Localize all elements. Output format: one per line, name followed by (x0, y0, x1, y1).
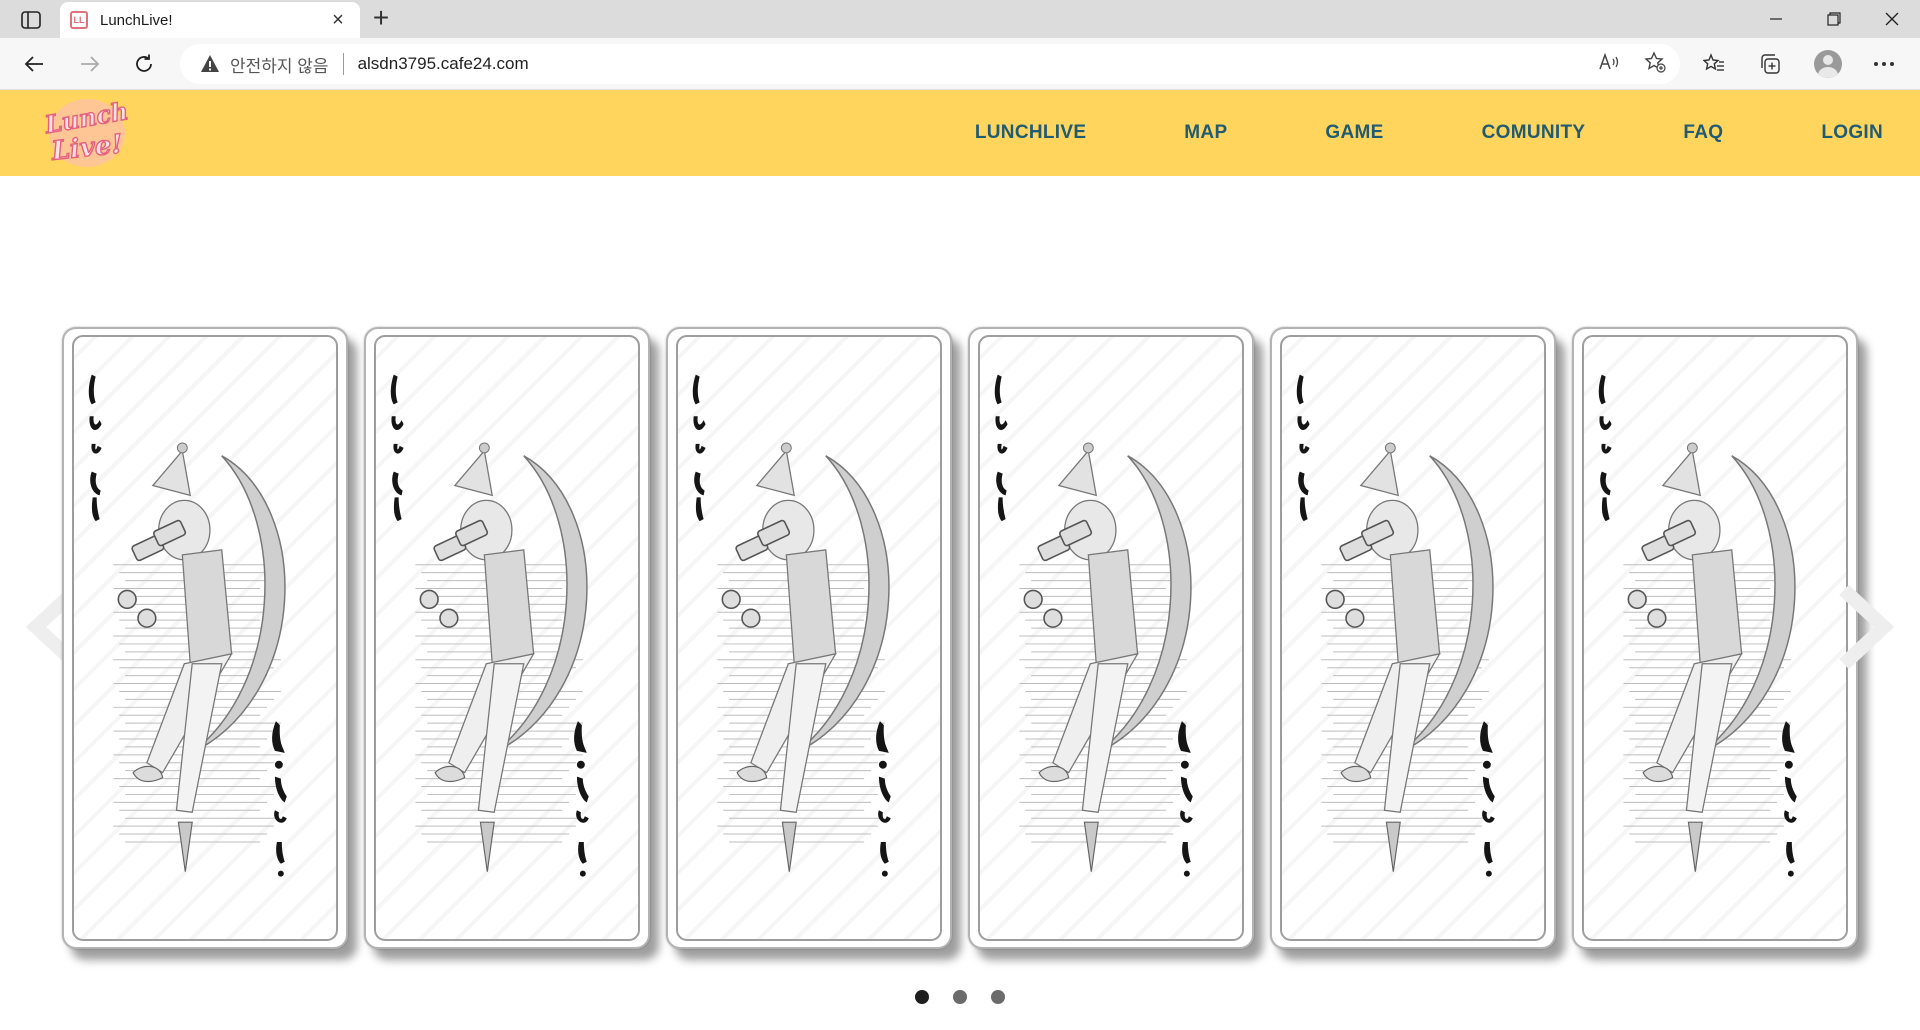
more-icon[interactable] (1866, 46, 1902, 82)
nav-faq[interactable]: FAQ (1683, 122, 1723, 144)
svg-text:Live!: Live! (49, 129, 124, 166)
collections-icon[interactable] (1752, 46, 1788, 82)
joker-illustration (390, 374, 589, 877)
joker-card[interactable] (666, 327, 952, 949)
carousel-dot-2[interactable] (953, 990, 967, 1004)
profile-icon[interactable] (1810, 46, 1846, 82)
card-carousel (0, 320, 1920, 1004)
joker-card[interactable] (1270, 327, 1556, 949)
site-header: Lunch Live! LUNCHLIVE MAP GAME COMUNITY … (0, 90, 1920, 176)
joker-illustration (692, 374, 891, 877)
favicon-icon: LL (70, 11, 88, 29)
joker-illustration (1296, 374, 1495, 877)
card-face (72, 335, 338, 941)
joker-card[interactable] (1572, 327, 1858, 949)
joker-card[interactable] (364, 327, 650, 949)
card-face (978, 335, 1244, 941)
browser-tab[interactable]: LL LunchLive! × (60, 2, 360, 38)
url-text[interactable]: alsdn3795.cafe24.com (358, 54, 529, 74)
sidebar-icon[interactable] (14, 8, 48, 32)
refresh-icon[interactable] (126, 46, 162, 82)
tab-title: LunchLive! (100, 11, 173, 29)
joker-card[interactable] (968, 327, 1254, 949)
nav-game[interactable]: GAME (1325, 122, 1383, 144)
restore-icon[interactable] (1806, 0, 1862, 38)
joker-card[interactable] (62, 327, 348, 949)
close-icon[interactable] (1864, 0, 1920, 38)
back-icon[interactable] (16, 46, 52, 82)
joker-illustration (88, 374, 287, 877)
nav-lunchlive[interactable]: LUNCHLIVE (975, 122, 1086, 144)
browser-toolbar: 안전하지 않음 alsdn3795.cafe24.com (0, 38, 1920, 90)
tab-close-icon[interactable]: × (326, 9, 350, 32)
card-face (374, 335, 640, 941)
nav-comunity[interactable]: COMUNITY (1482, 122, 1586, 144)
carousel-next-arrow[interactable] (1834, 582, 1895, 672)
address-bar[interactable]: 안전하지 않음 alsdn3795.cafe24.com (180, 44, 1680, 84)
card-face (1582, 335, 1848, 941)
main-nav: LUNCHLIVE MAP GAME COMUNITY FAQ LOGIN (975, 90, 1920, 176)
add-favorite-icon[interactable] (1644, 50, 1666, 78)
new-tab-button[interactable]: + (368, 4, 394, 32)
nav-login[interactable]: LOGIN (1821, 122, 1883, 144)
favorites-icon[interactable] (1696, 46, 1732, 82)
joker-illustration (994, 374, 1193, 877)
nav-map[interactable]: MAP (1184, 122, 1227, 144)
carousel-dot-3[interactable] (991, 990, 1005, 1004)
warning-icon[interactable] (200, 54, 220, 74)
minimize-icon[interactable] (1748, 0, 1804, 38)
carousel-dot-1[interactable] (915, 990, 929, 1004)
site-logo[interactable]: Lunch Live! (41, 94, 131, 172)
security-label[interactable]: 안전하지 않음 (230, 52, 329, 77)
address-divider (342, 53, 344, 75)
carousel-dots (0, 990, 1920, 1004)
card-face (676, 335, 942, 941)
browser-tab-bar: LL LunchLive! × + (0, 0, 1920, 38)
read-aloud-icon[interactable] (1598, 52, 1620, 77)
card-face (1280, 335, 1546, 941)
forward-icon[interactable] (72, 46, 108, 82)
joker-illustration (1598, 374, 1797, 877)
avatar (1814, 50, 1842, 78)
